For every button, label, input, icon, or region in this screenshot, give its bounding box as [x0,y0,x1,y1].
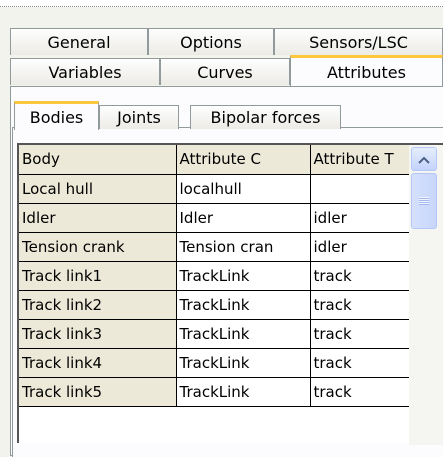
subtab-bipolar-forces[interactable]: Bipolar forces [190,105,341,129]
grid-header-row: Body Attribute C Attribute T [19,145,411,175]
scroll-up-button[interactable] [411,147,437,171]
table-row: Track link2 TrackLink track [19,290,411,320]
body-cell[interactable]: Track link2 [19,290,177,320]
tab-label: Curves [197,62,253,82]
tab-attributes[interactable]: Attributes [290,55,443,86]
grip-icon [419,197,429,205]
column-header-attribute-c[interactable]: Attribute C [176,145,311,175]
window-top-edge [0,0,443,7]
body-cell[interactable]: Track link1 [19,261,177,291]
column-header-body[interactable]: Body [19,145,177,175]
subtab-label: Joints [117,108,161,127]
body-cell[interactable]: Track link3 [19,319,177,349]
tab-variables[interactable]: Variables [10,58,160,85]
body-cell[interactable]: Idler [19,203,177,233]
table-row: Track link5 TrackLink track [19,377,411,407]
table-row: Local hull localhull [19,174,411,204]
attribute-t-cell[interactable]: track [310,377,411,407]
attribute-t-cell[interactable]: track [310,290,411,320]
attribute-t-cell[interactable]: track [310,319,411,349]
table-row: Track link3 TrackLink track [19,319,411,349]
table-row: Idler Idler idler [19,203,411,233]
tab-sensors-lsc[interactable]: Sensors/LSC [274,28,443,55]
body-cell[interactable]: Tension crank [19,232,177,262]
body-cell[interactable]: Track link4 [19,348,177,378]
table-row: Track link4 TrackLink track [19,348,411,378]
subtab-bodies[interactable]: Bodies [14,101,99,130]
attribute-c-cell[interactable]: TrackLink [176,377,311,407]
attribute-t-cell[interactable]: track [310,348,411,378]
attribute-c-cell[interactable]: TrackLink [176,319,311,349]
attribute-t-cell[interactable]: idler [310,232,411,262]
tab-label: Options [180,32,242,52]
attribute-c-cell[interactable]: Idler [176,203,311,233]
subtab-label: Bodies [29,107,84,127]
body-cell[interactable]: Track link5 [19,377,177,407]
attribute-t-cell[interactable]: track [310,261,411,291]
attribute-t-cell[interactable] [310,174,411,204]
attribute-t-cell[interactable]: idler [310,203,411,233]
attribute-c-cell[interactable]: TrackLink [176,348,311,378]
tab-options[interactable]: Options [148,28,274,55]
attribute-c-cell[interactable]: TrackLink [176,290,311,320]
tab-label: General [47,32,111,52]
table-row: Track link1 TrackLink track [19,261,411,291]
column-header-attribute-t[interactable]: Attribute T [310,145,411,175]
tab-label: Variables [48,62,122,82]
subtab-joints[interactable]: Joints [99,105,179,129]
grid-table: Body Attribute C Attribute T Local hull … [19,145,411,407]
subtab-label: Bipolar forces [210,108,321,127]
table-row: Tension crank Tension cran idler [19,232,411,262]
tab-general[interactable]: General [10,28,148,55]
attribute-c-cell[interactable]: Tension cran [176,232,311,262]
tab-label: Sensors/LSC [309,32,408,52]
tab-curves[interactable]: Curves [160,58,290,85]
attribute-c-cell[interactable]: localhull [176,174,311,204]
tab-label: Attributes [327,62,406,82]
scrollbar-thumb[interactable] [411,173,437,229]
chevron-up-icon [418,150,430,168]
attribute-c-cell[interactable]: TrackLink [176,261,311,291]
vertical-scrollbar[interactable] [409,145,443,445]
body-cell[interactable]: Local hull [19,174,177,204]
bodies-attribute-grid[interactable]: Body Attribute C Attribute T Local hull … [17,143,443,443]
